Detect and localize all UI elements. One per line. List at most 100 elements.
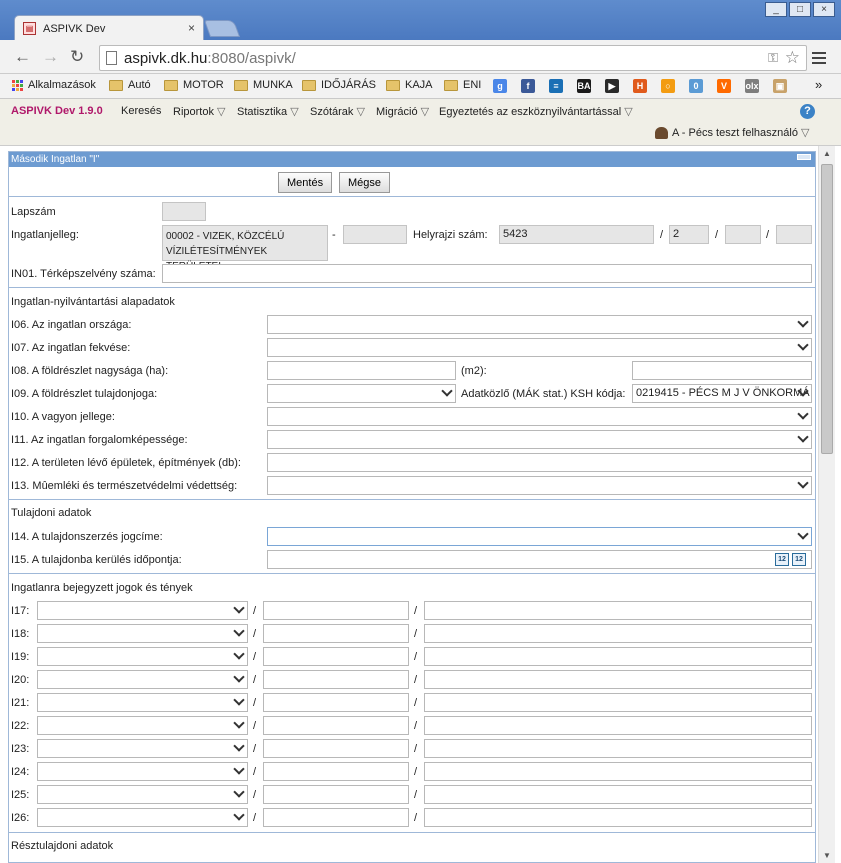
rights-detail-input[interactable]	[424, 808, 812, 827]
save-button[interactable]: Mentés	[278, 172, 333, 193]
rights-type-select[interactable]	[37, 693, 248, 712]
area-m2-input[interactable]	[632, 361, 812, 380]
rights-type-select[interactable]	[37, 601, 248, 620]
minimize-button[interactable]: _	[765, 2, 787, 17]
bookmark-icon-0[interactable]: g	[493, 79, 507, 93]
close-window-button[interactable]: ×	[813, 2, 835, 17]
rights-detail-input[interactable]	[424, 785, 812, 804]
buildings-count-input[interactable]	[267, 453, 812, 472]
rights-type-select[interactable]	[37, 670, 248, 689]
i09-select[interactable]	[267, 384, 456, 403]
bookmark-icon-1[interactable]: f	[521, 79, 535, 93]
ingatlanjelleg-field: 00002 - VIZEK, KÖZCÉLÚ VÍZILÉTESÍTMÉNYEK…	[162, 225, 328, 272]
folder-icon	[164, 79, 178, 91]
forward-arrow-icon[interactable]: →	[42, 48, 59, 65]
bookmark-apps[interactable]: Alkalmazások	[12, 79, 96, 91]
rights-type-select[interactable]	[37, 624, 248, 643]
bookmark-icon-8[interactable]: V	[717, 79, 731, 93]
rights-ref-input[interactable]	[263, 624, 409, 643]
address-bar[interactable]: aspivk.dk.hu:8080/aspivk/ ⚿ ☆	[99, 45, 807, 71]
bookmark-icon-7[interactable]: 0	[689, 79, 703, 93]
rights-ref-input[interactable]	[263, 601, 409, 620]
bookmark-folder-munka[interactable]: MUNKA	[234, 79, 293, 91]
date-input[interactable]	[267, 550, 812, 569]
browser-menu-icon[interactable]	[812, 52, 826, 67]
i11-select[interactable]	[267, 430, 812, 449]
rights-ref-input[interactable]	[263, 647, 409, 666]
reload-icon[interactable]: ↻	[70, 48, 84, 65]
bookmark-icon-5[interactable]: H	[633, 79, 647, 93]
browser-window: ▤ ASPIVK Dev × _ □ × ← → ↻ aspivk.dk.hu:…	[0, 0, 841, 863]
divider	[9, 832, 815, 833]
tab-close-icon[interactable]: ×	[188, 21, 195, 35]
scroll-down-icon[interactable]: ▼	[823, 851, 831, 860]
rights-detail-input[interactable]	[424, 670, 812, 689]
apps-icon	[12, 79, 23, 91]
bookmark-folder-idojaras[interactable]: IDŐJÁRÁS	[302, 79, 376, 91]
bookmark-folder-auto[interactable]: Autó	[109, 79, 151, 91]
menu-migracio[interactable]: Migráció ▽	[376, 105, 429, 118]
rights-ref-input[interactable]	[263, 716, 409, 735]
rights-type-select[interactable]	[37, 808, 248, 827]
rights-ref-input[interactable]	[263, 693, 409, 712]
calendar-icon[interactable]: 12	[792, 553, 806, 566]
rights-type-select[interactable]	[37, 762, 248, 781]
scroll-up-icon[interactable]: ▲	[823, 149, 831, 158]
bookmark-folder-kaja[interactable]: KAJA	[386, 79, 433, 91]
rights-ref-input[interactable]	[263, 785, 409, 804]
menu-kereses[interactable]: Keresés	[121, 105, 161, 117]
rights-detail-input[interactable]	[424, 693, 812, 712]
scrollbar-thumb[interactable]	[821, 164, 833, 454]
chevron-down-icon	[798, 318, 808, 328]
terkepszelveny-input[interactable]	[162, 264, 812, 283]
bookmark-icon-10[interactable]: ▣	[773, 79, 787, 93]
bookmarks-overflow-button[interactable]: »	[815, 77, 822, 92]
i06-select[interactable]	[267, 315, 812, 334]
rights-detail-input[interactable]	[424, 716, 812, 735]
user-menu[interactable]: A - Pécs teszt felhasználó ▽	[655, 126, 809, 140]
slash-separator: /	[253, 789, 257, 801]
bookmark-star-icon[interactable]: ☆	[785, 48, 800, 68]
new-tab-button[interactable]	[203, 20, 241, 37]
bookmark-icon-4[interactable]: ▶	[605, 79, 619, 93]
menu-riportok[interactable]: Riportok ▽	[173, 105, 226, 118]
i07-select[interactable]	[267, 338, 812, 357]
rights-detail-input[interactable]	[424, 739, 812, 758]
folder-icon	[234, 79, 248, 91]
bookmark-icon-3[interactable]: BA	[577, 79, 591, 93]
rights-detail-input[interactable]	[424, 624, 812, 643]
rights-detail-input[interactable]	[424, 762, 812, 781]
i10-select[interactable]	[267, 407, 812, 426]
bookmark-icon-2[interactable]: ≡	[549, 79, 563, 93]
bookmark-folder-eni[interactable]: ENI	[444, 79, 481, 91]
rights-detail-input[interactable]	[424, 647, 812, 666]
rights-ref-input[interactable]	[263, 670, 409, 689]
rights-type-select[interactable]	[37, 739, 248, 758]
rights-ref-input[interactable]	[263, 739, 409, 758]
back-arrow-icon[interactable]: ←	[14, 48, 31, 65]
ksh-select[interactable]: 0219415 - PÉCS M J V ÖNKORMÁ	[632, 384, 812, 403]
menu-statisztika[interactable]: Statisztika ▽	[237, 105, 299, 118]
menu-szotarak[interactable]: Szótárak ▽	[310, 105, 365, 118]
area-ha-input[interactable]	[267, 361, 456, 380]
bookmark-icon-6[interactable]: ○	[661, 79, 675, 93]
cancel-button[interactable]: Mégse	[339, 172, 391, 193]
i14-select[interactable]	[267, 527, 812, 546]
rights-detail-input[interactable]	[424, 601, 812, 620]
rights-ref-input[interactable]	[263, 762, 409, 781]
calendar-icon[interactable]: 12	[775, 553, 789, 566]
i13-select[interactable]	[267, 476, 812, 495]
rights-ref-input[interactable]	[263, 808, 409, 827]
maximize-button[interactable]: □	[789, 2, 811, 17]
help-icon[interactable]: ?	[800, 104, 815, 119]
bookmark-folder-motor[interactable]: MOTOR	[164, 79, 224, 91]
rights-type-select[interactable]	[37, 716, 248, 735]
bookmark-icon-9[interactable]: olx	[745, 79, 759, 93]
scrollbar[interactable]: ▲ ▼	[818, 146, 835, 863]
rights-type-select[interactable]	[37, 785, 248, 804]
menu-egyeztetes[interactable]: Egyeztetés az eszköznyilvántartással ▽	[439, 105, 633, 118]
key-icon[interactable]: ⚿	[768, 50, 778, 66]
browser-tab[interactable]: ▤ ASPIVK Dev ×	[14, 15, 204, 41]
collapse-panel-button[interactable]	[797, 154, 811, 160]
rights-type-select[interactable]	[37, 647, 248, 666]
